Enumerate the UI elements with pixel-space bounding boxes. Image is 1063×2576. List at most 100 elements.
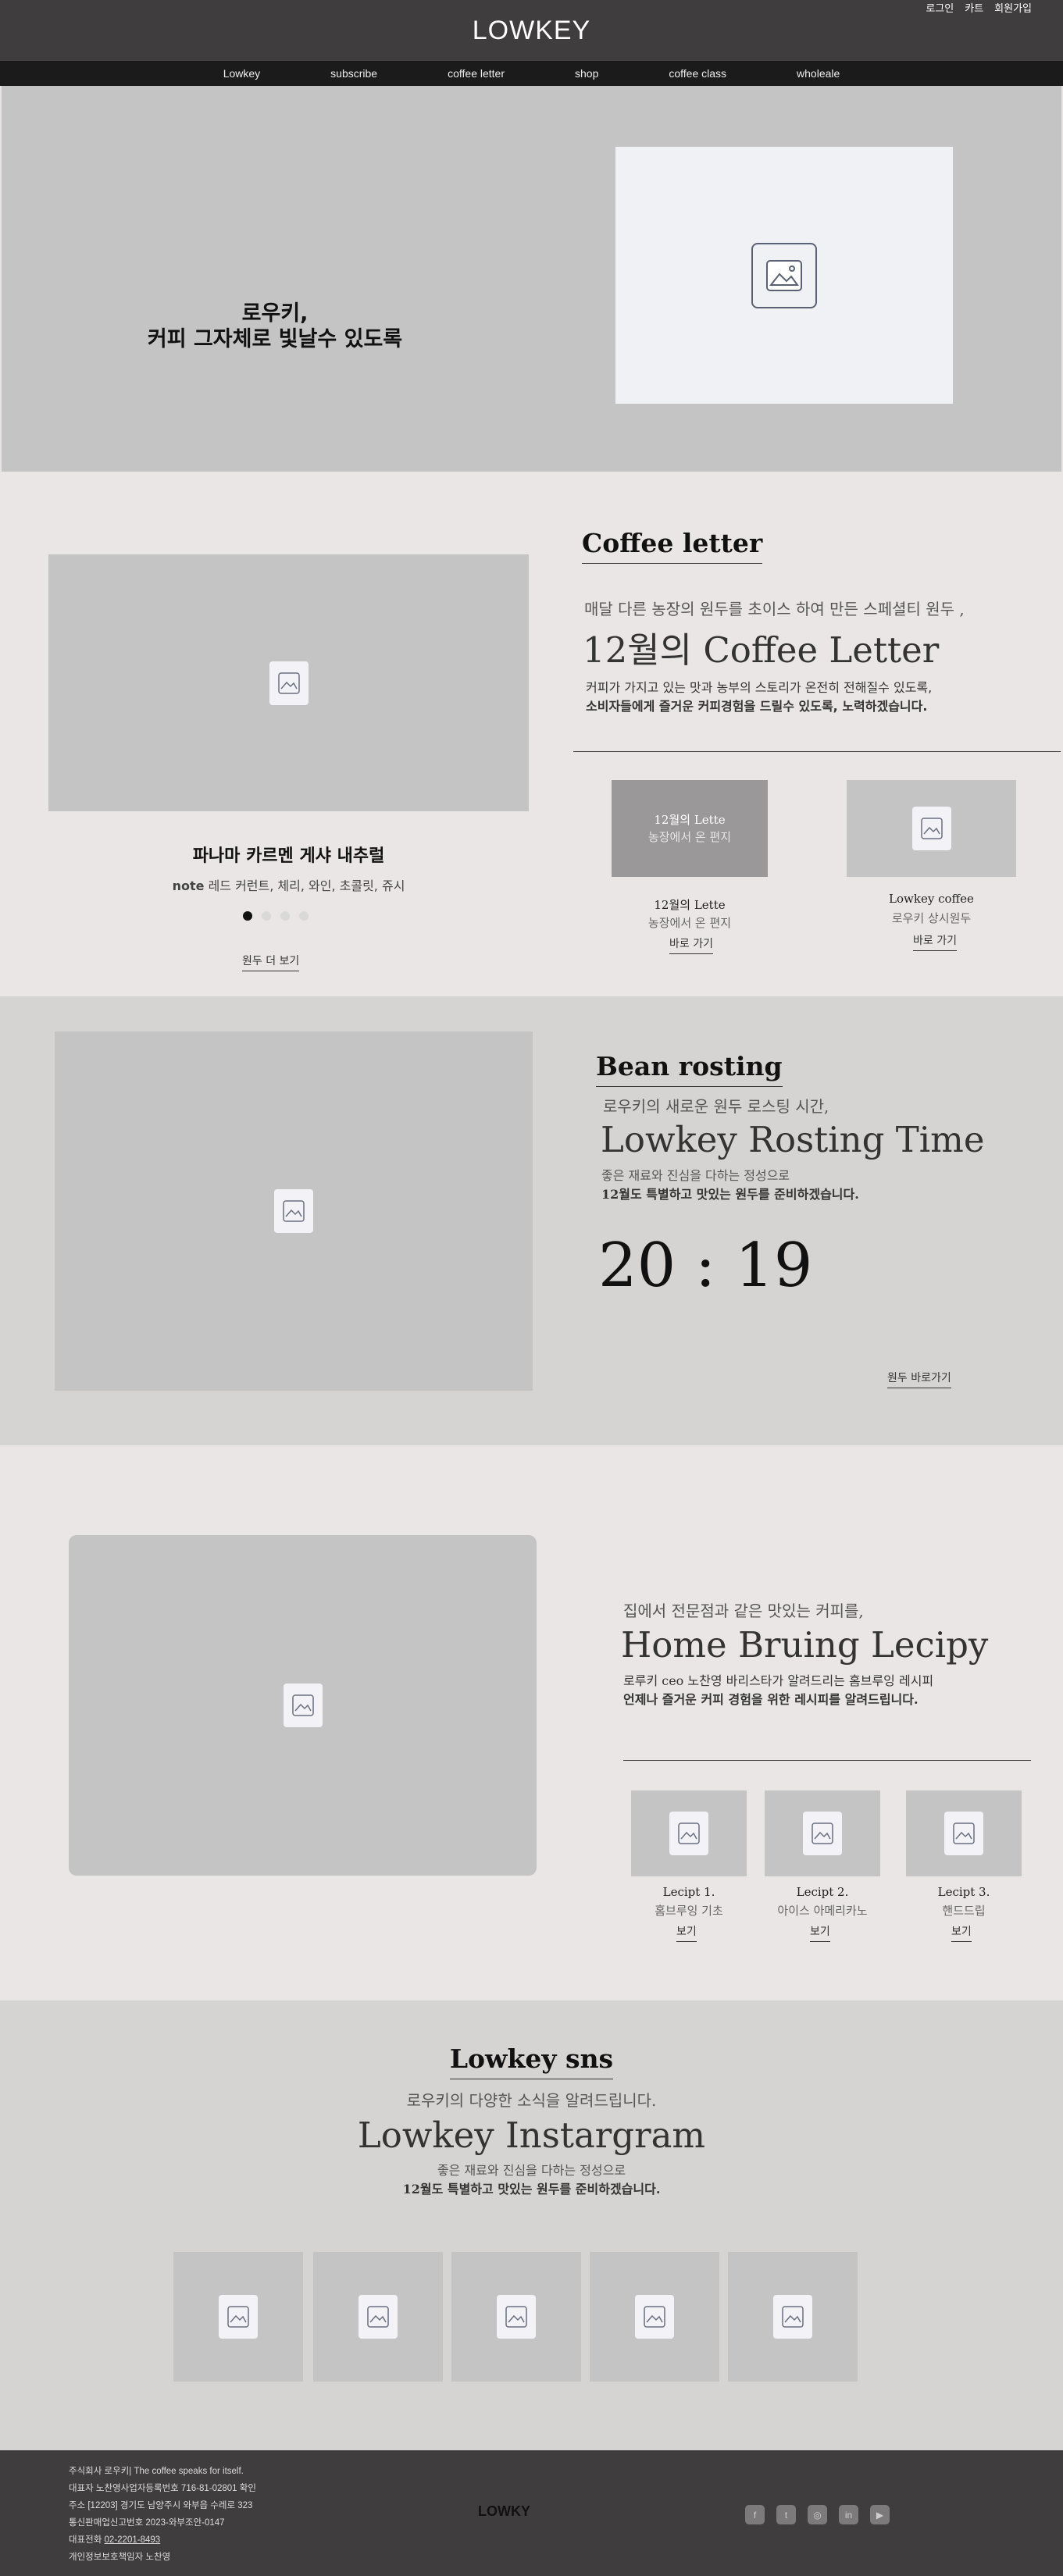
card2-link[interactable]: 바로 가기 xyxy=(913,935,957,951)
card1-overlay-title: 12월의 Lette xyxy=(654,813,726,827)
coffee-letter-heading: 12월의 Coffee Letter xyxy=(583,629,940,671)
image-placeholder-icon xyxy=(669,1812,708,1855)
coffee-letter-subtitle: 매달 다른 농장의 원두를 초이스 하여 만든 스페셜티 원두 , xyxy=(584,600,965,618)
coffee-letter-section: 파나마 카르멘 게샤 내추럴 note 레드 커런트, 체리, 와인, 초콜릿,… xyxy=(0,472,1063,996)
sns-desc-line1: 좋은 재료와 진심을 다하는 정성으로 xyxy=(437,2163,626,2178)
image-placeholder-icon xyxy=(283,1683,323,1727)
instagram-post-1[interactable] xyxy=(173,2252,303,2382)
signup-link[interactable]: 회원가입 xyxy=(994,0,1032,15)
recipe-2-link[interactable]: 보기 xyxy=(810,1926,830,1942)
home-desc-line2: 언제나 즐거운 커피 경험을 위한 레시피를 알려드립니다. xyxy=(623,1692,919,1707)
bean-desc-line2: 12월도 특별하고 맛있는 원두를 준비하겠습니다. xyxy=(601,1187,859,1202)
recipe-1-image[interactable] xyxy=(631,1790,747,1876)
sns-desc-line2: 12월도 특별하고 맛있는 원두를 준비하겠습니다. xyxy=(402,2182,661,2197)
more-beans-link[interactable]: 원두 더 보기 xyxy=(242,955,300,971)
image-placeholder-icon xyxy=(751,242,817,308)
card1-overlay-sub: 농장에서 온 편지 xyxy=(647,830,732,844)
image-placeholder-icon xyxy=(358,2295,398,2339)
youtube-icon[interactable]: ▶ xyxy=(870,2505,890,2524)
footer-line-1: 주식회사 로우키| The coffee speaks for itself. xyxy=(69,2467,244,2476)
home-desc: 로루키 ceo 노찬영 바리스타가 알려드리는 홈브루잉 레시피 언제나 즐거운… xyxy=(623,1672,1029,1709)
nav-coffee-class[interactable]: coffee class xyxy=(669,67,726,80)
sns-desc: 좋은 재료와 진심을 다하는 정성으로 12월도 특별하고 맛있는 원두를 준비… xyxy=(0,2161,1063,2199)
nav-subscribe[interactable]: subscribe xyxy=(330,67,377,80)
instagram-post-3[interactable] xyxy=(451,2252,581,2382)
rosting-image[interactable] xyxy=(55,1031,533,1391)
card2-title: Lowkey coffee xyxy=(889,892,974,906)
slider-dot-3[interactable] xyxy=(280,911,290,921)
product-name: 파나마 카르멘 게샤 내추럴 xyxy=(192,846,385,866)
slider-dot-4[interactable] xyxy=(299,911,309,921)
slider-dot-1[interactable] xyxy=(243,911,252,921)
card1-title: 12월의 Lette xyxy=(654,898,726,912)
letter-card-2-image[interactable] xyxy=(847,780,1016,877)
bean-desc-line1: 좋은 재료와 진심을 다하는 정성으로 xyxy=(601,1168,790,1183)
social-links: f t ◎ in ▶ xyxy=(745,2505,890,2524)
site-logo[interactable]: LOWKEY xyxy=(0,16,1063,46)
recipe-3-sub: 핸드드립 xyxy=(942,1904,986,1918)
beans-go-link[interactable]: 원두 바로가기 xyxy=(887,1372,951,1388)
home-bruing-image[interactable] xyxy=(69,1535,537,1876)
nav-shop[interactable]: shop xyxy=(575,67,598,80)
phone-link[interactable]: 02-2201-8493 xyxy=(105,2535,161,2545)
hero-text: 로우키, 커피 그자체로 빛날수 있도록 xyxy=(119,301,431,352)
recipe-1-sub: 홈브루잉 기초 xyxy=(655,1904,723,1918)
card1-link[interactable]: 바로 가기 xyxy=(669,938,713,954)
card2-sub: 로우키 상시원두 xyxy=(891,911,972,925)
home-subtitle: 집에서 전문점과 같은 맛있는 커피를, xyxy=(623,1602,864,1620)
top-bar: 로그인 카트 회원가입 LOWKEY xyxy=(0,0,1063,61)
slider-dots xyxy=(243,911,309,921)
instagram-post-5[interactable] xyxy=(728,2252,858,2382)
top-links: 로그인 카트 회원가입 xyxy=(926,0,1032,15)
hero-line2: 커피 그자체로 빛날수 있도록 xyxy=(147,327,403,351)
rosting-time: 20 : 19 xyxy=(598,1231,813,1301)
bean-desc: 좋은 재료와 진심을 다하는 정성으로 12월도 특별하고 맛있는 원두를 준비… xyxy=(601,1167,1039,1204)
nav-lowkey[interactable]: Lowkey xyxy=(223,67,260,80)
bean-rosting-section: Bean rosting 로우키의 새로운 원두 로스팅 시간, Lowkey … xyxy=(0,996,1063,1445)
recipe-3-image[interactable] xyxy=(906,1790,1022,1876)
cart-link[interactable]: 카트 xyxy=(965,0,983,15)
image-placeholder-icon xyxy=(269,661,309,705)
hero-image xyxy=(615,147,953,404)
recipe-2-sub: 아이스 아메리카노 xyxy=(777,1904,868,1918)
footer-line-4: 통신판매업신고번호 2023-와부조안-0147 xyxy=(69,2518,225,2528)
instagram-post-2[interactable] xyxy=(313,2252,443,2382)
note-label: note xyxy=(172,878,205,893)
instagram-icon[interactable]: ◎ xyxy=(808,2505,827,2524)
nav-wholesale[interactable]: wholeale xyxy=(797,67,840,80)
bean-subtitle: 로우키의 새로운 원두 로스팅 시간, xyxy=(603,1097,829,1116)
home-bruing-section: 집에서 전문점과 같은 맛있는 커피를, Home Bruing Lecipy … xyxy=(0,1445,1063,2001)
recipe-1-link[interactable]: 보기 xyxy=(676,1926,697,1942)
login-link[interactable]: 로그인 xyxy=(926,0,954,15)
nav-coffee-letter[interactable]: coffee letter xyxy=(448,67,505,80)
instagram-post-4[interactable] xyxy=(590,2252,719,2382)
sns-heading: Lowkey Instargram xyxy=(357,2115,706,2156)
footer-phone-row: 대표전화 02-2201-8493 xyxy=(69,2531,256,2549)
recipe-1-title: Lecipt 1. xyxy=(662,1885,715,1899)
product-note: note 레드 커런트, 체리, 와인, 초콜릿, 쥬시 xyxy=(48,875,529,894)
image-placeholder-icon xyxy=(911,807,951,850)
facebook-icon[interactable]: f xyxy=(745,2505,765,2524)
hero-line1: 로우키, xyxy=(241,301,309,326)
coffee-letter-title: Coffee letter xyxy=(582,528,763,564)
main-nav: Lowkey subscribe coffee letter shop coff… xyxy=(0,61,1063,86)
slider-dot-2[interactable] xyxy=(262,911,271,921)
recipe-3-title: Lecipt 3. xyxy=(937,1885,990,1899)
twitter-icon[interactable]: t xyxy=(776,2505,796,2524)
image-placeholder-icon xyxy=(635,2295,674,2339)
recipe-3-link[interactable]: 보기 xyxy=(951,1926,972,1942)
home-heading: Home Bruing Lecipy xyxy=(621,1624,989,1666)
footer-line-3: 주소 [12203] 경기도 남양주시 와부읍 수레로 323 xyxy=(69,2501,253,2510)
footer-line-2: 대표자 노찬영사업자등록번호 716-81-02801 확인 xyxy=(69,2484,256,2493)
sns-title: Lowkey sns xyxy=(449,2043,614,2079)
letter-card-1-image[interactable]: 12월의 Lette 농장에서 온 편지 xyxy=(612,780,768,877)
linkedin-icon[interactable]: in xyxy=(839,2505,858,2524)
product-image[interactable] xyxy=(48,554,529,811)
image-placeholder-icon xyxy=(944,1812,983,1855)
footer-logo: LOWKY xyxy=(478,2503,530,2519)
site-header: 로그인 카트 회원가입 LOWKEY Lowkey subscribe coff… xyxy=(0,0,1063,86)
site-footer: 주식회사 로우키| The coffee speaks for itself. … xyxy=(0,2450,1063,2576)
image-placeholder-icon xyxy=(803,1812,842,1855)
divider xyxy=(573,751,1061,752)
recipe-2-image[interactable] xyxy=(765,1790,880,1876)
